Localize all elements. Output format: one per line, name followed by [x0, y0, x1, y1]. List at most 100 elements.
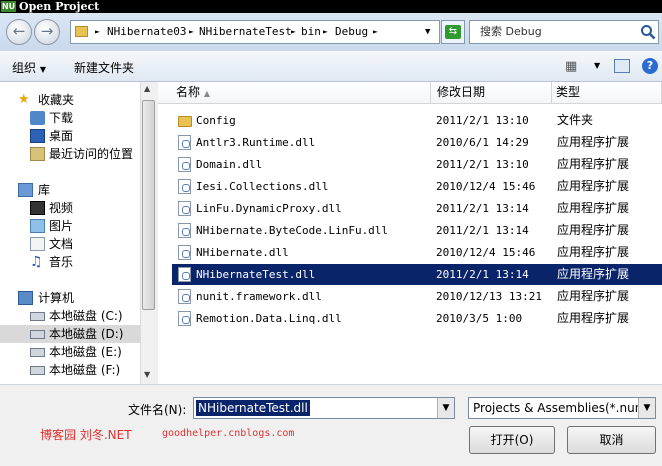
filename-value: NHibernateTest.dll — [196, 400, 310, 416]
folder-icon — [178, 116, 192, 127]
drive-icon — [30, 366, 45, 375]
search-icon[interactable] — [640, 24, 656, 40]
list-item[interactable]: LinFu.DynamicProxy.dll 2011/2/1 13:14 应用程序… — [172, 198, 662, 219]
library-icon — [18, 183, 33, 197]
sidebar-item-recent[interactable]: 最近访问的位置 — [0, 145, 140, 163]
file-list: 名称 ▲ 修改日期 类型 Config 2011/2/1 13:10 文件夹 Ant… — [158, 82, 662, 384]
search-placeholder: 搜索 Debug — [480, 25, 542, 38]
forward-button[interactable]: → — [34, 19, 60, 45]
drive-icon — [30, 312, 45, 321]
sidebar-item-libraries[interactable]: 库 — [0, 181, 140, 199]
new-folder-button[interactable]: 新建文件夹 — [74, 59, 134, 76]
dll-file-icon — [178, 267, 191, 282]
list-item[interactable]: Config 2011/2/1 13:10 文件夹 — [172, 110, 662, 131]
list-item[interactable]: nunit.framework.dll 2010/12/13 13:21 应用程序扩… — [172, 286, 662, 307]
sidebar-item-drive-f[interactable]: 本地磁盘 (F:) — [0, 361, 140, 379]
list-item-selected[interactable]: NHibernateTest.dll 2011/2/1 13:14 应用程序扩展 — [172, 264, 662, 285]
back-arrow-icon: ← — [12, 22, 26, 40]
drive-icon — [30, 330, 45, 339]
sidebar-item-drive-c[interactable]: 本地磁盘 (C:) — [0, 307, 140, 325]
breadcrumb-arrow-icon: ► — [95, 27, 100, 36]
download-folder-icon — [30, 111, 45, 125]
window-title: Open Project — [19, 0, 100, 13]
folder-icon — [75, 26, 88, 37]
list-item[interactable]: NHibernate.ByteCode.LinFu.dll 2011/2/1 13… — [172, 220, 662, 241]
dll-file-icon — [178, 245, 191, 260]
forward-arrow-icon: → — [40, 22, 54, 40]
sidebar-item-downloads[interactable]: 下载 — [0, 109, 140, 127]
breadcrumb-item[interactable]: bin — [301, 21, 321, 43]
desktop-icon — [30, 129, 45, 143]
app-icon: NU — [1, 1, 16, 12]
chevron-down-icon[interactable]: ▼ — [638, 398, 655, 418]
back-button[interactable]: ← — [6, 19, 32, 45]
sidebar-item-music[interactable]: ♫ 音乐 — [0, 253, 140, 271]
watermark-text: 博客园 刘冬.NET — [40, 428, 132, 442]
dll-file-icon — [178, 135, 191, 150]
filename-label: 文件名(N): — [128, 403, 187, 417]
list-item[interactable]: Iesi.Collections.dll 2010/12/4 15:46 应用程序扩… — [172, 176, 662, 197]
list-item[interactable]: Antlr3.Runtime.dll 2010/6/1 14:29 应用程序扩展 — [172, 132, 662, 153]
refresh-button[interactable]: ⇆ — [441, 20, 465, 44]
address-bar[interactable]: ► NHibernate03 ► NHibernateTest ► bin ► … — [70, 20, 440, 44]
sidebar-item-favorites[interactable]: ★ 收藏夹 — [0, 91, 140, 109]
open-button[interactable]: 打开(O) — [469, 426, 555, 454]
chevron-down-icon[interactable]: ▼ — [437, 398, 454, 418]
scroll-down-icon[interactable]: ▼ — [144, 370, 150, 379]
preview-pane-icon[interactable] — [614, 59, 630, 73]
cancel-button[interactable]: 取消 — [567, 426, 656, 454]
organize-button[interactable]: 组织 ▼ — [12, 59, 46, 76]
chevron-down-icon: ▼ — [39, 65, 46, 74]
sidebar-item-desktop[interactable]: 桌面 — [0, 127, 140, 145]
breadcrumb-arrow-icon: ► — [373, 27, 378, 36]
breadcrumb-item[interactable]: NHibernateTest — [199, 21, 292, 43]
command-toolbar: 组织 ▼ 新建文件夹 ▦ ▼ ? — [0, 51, 662, 82]
sidebar-item-documents[interactable]: 文档 — [0, 235, 140, 253]
filename-input[interactable]: NHibernateTest.dll ▼ — [193, 397, 455, 419]
view-dropdown-icon[interactable]: ▼ — [594, 61, 600, 70]
dll-file-icon — [178, 179, 191, 194]
list-item[interactable]: Domain.dll 2011/2/1 13:10 应用程序扩展 — [172, 154, 662, 175]
video-icon — [30, 201, 45, 215]
dll-file-icon — [178, 289, 191, 304]
search-input[interactable]: 搜索 Debug — [469, 20, 659, 44]
dll-file-icon — [178, 201, 191, 216]
navigation-bar: ← → ► NHibernate03 ► NHibernateTest ► bi… — [0, 13, 662, 51]
file-type-select[interactable]: Projects & Assemblies(*.nuni ▼ — [468, 397, 656, 419]
breadcrumb-item[interactable]: Debug — [335, 21, 368, 43]
title-bar: NU Open Project — [0, 0, 662, 13]
list-item[interactable]: Remotion.Data.Linq.dll 2010/3/5 1:00 应用程序扩… — [172, 308, 662, 329]
file-type-value: Projects & Assemblies(*.nuni — [473, 401, 646, 415]
documents-icon — [30, 237, 45, 251]
sidebar-item-pictures[interactable]: 图片 — [0, 217, 140, 235]
column-header-name[interactable]: 名称 ▲ — [158, 82, 431, 104]
sidebar-item-videos[interactable]: 视频 — [0, 199, 140, 217]
scroll-up-icon[interactable]: ▲ — [144, 84, 150, 93]
pictures-icon — [30, 219, 45, 233]
help-icon[interactable]: ? — [642, 58, 658, 74]
drive-icon — [30, 348, 45, 357]
sidebar-item-computer[interactable]: 计算机 — [0, 289, 140, 307]
computer-icon — [18, 291, 33, 305]
breadcrumb-arrow-icon: ► — [323, 27, 328, 36]
column-header-modified[interactable]: 修改日期 — [431, 82, 552, 104]
breadcrumb-item[interactable]: NHibernate03 — [107, 21, 186, 43]
list-item[interactable]: NHibernate.dll 2010/12/4 15:46 应用程序扩展 — [172, 242, 662, 263]
dll-file-icon — [178, 311, 191, 326]
music-icon: ♫ — [30, 254, 43, 270]
sidebar-scrollbar-thumb[interactable] — [142, 100, 155, 310]
sidebar-item-drive-e[interactable]: 本地磁盘 (E:) — [0, 343, 140, 361]
navigation-pane: ★ 收藏夹 下载 桌面 最近访问的位置 库 视频 图片 文档 ♫ 音乐 计算机 本地… — [0, 82, 157, 384]
dll-file-icon — [178, 223, 191, 238]
view-options-icon[interactable]: ▦ — [565, 59, 577, 74]
column-header-type[interactable]: 类型 — [552, 82, 662, 104]
star-icon: ★ — [18, 92, 30, 107]
sort-ascending-icon: ▲ — [203, 89, 210, 98]
dll-file-icon — [178, 157, 191, 172]
breadcrumb-arrow-icon: ► — [291, 27, 296, 36]
watermark-url: goodhelper.cnblogs.com — [162, 428, 295, 439]
sidebar-item-drive-d[interactable]: 本地磁盘 (D:) — [0, 325, 140, 343]
address-dropdown-icon[interactable]: ▼ — [425, 21, 430, 43]
refresh-icon: ⇆ — [445, 25, 461, 39]
breadcrumb-arrow-icon: ► — [189, 27, 194, 36]
